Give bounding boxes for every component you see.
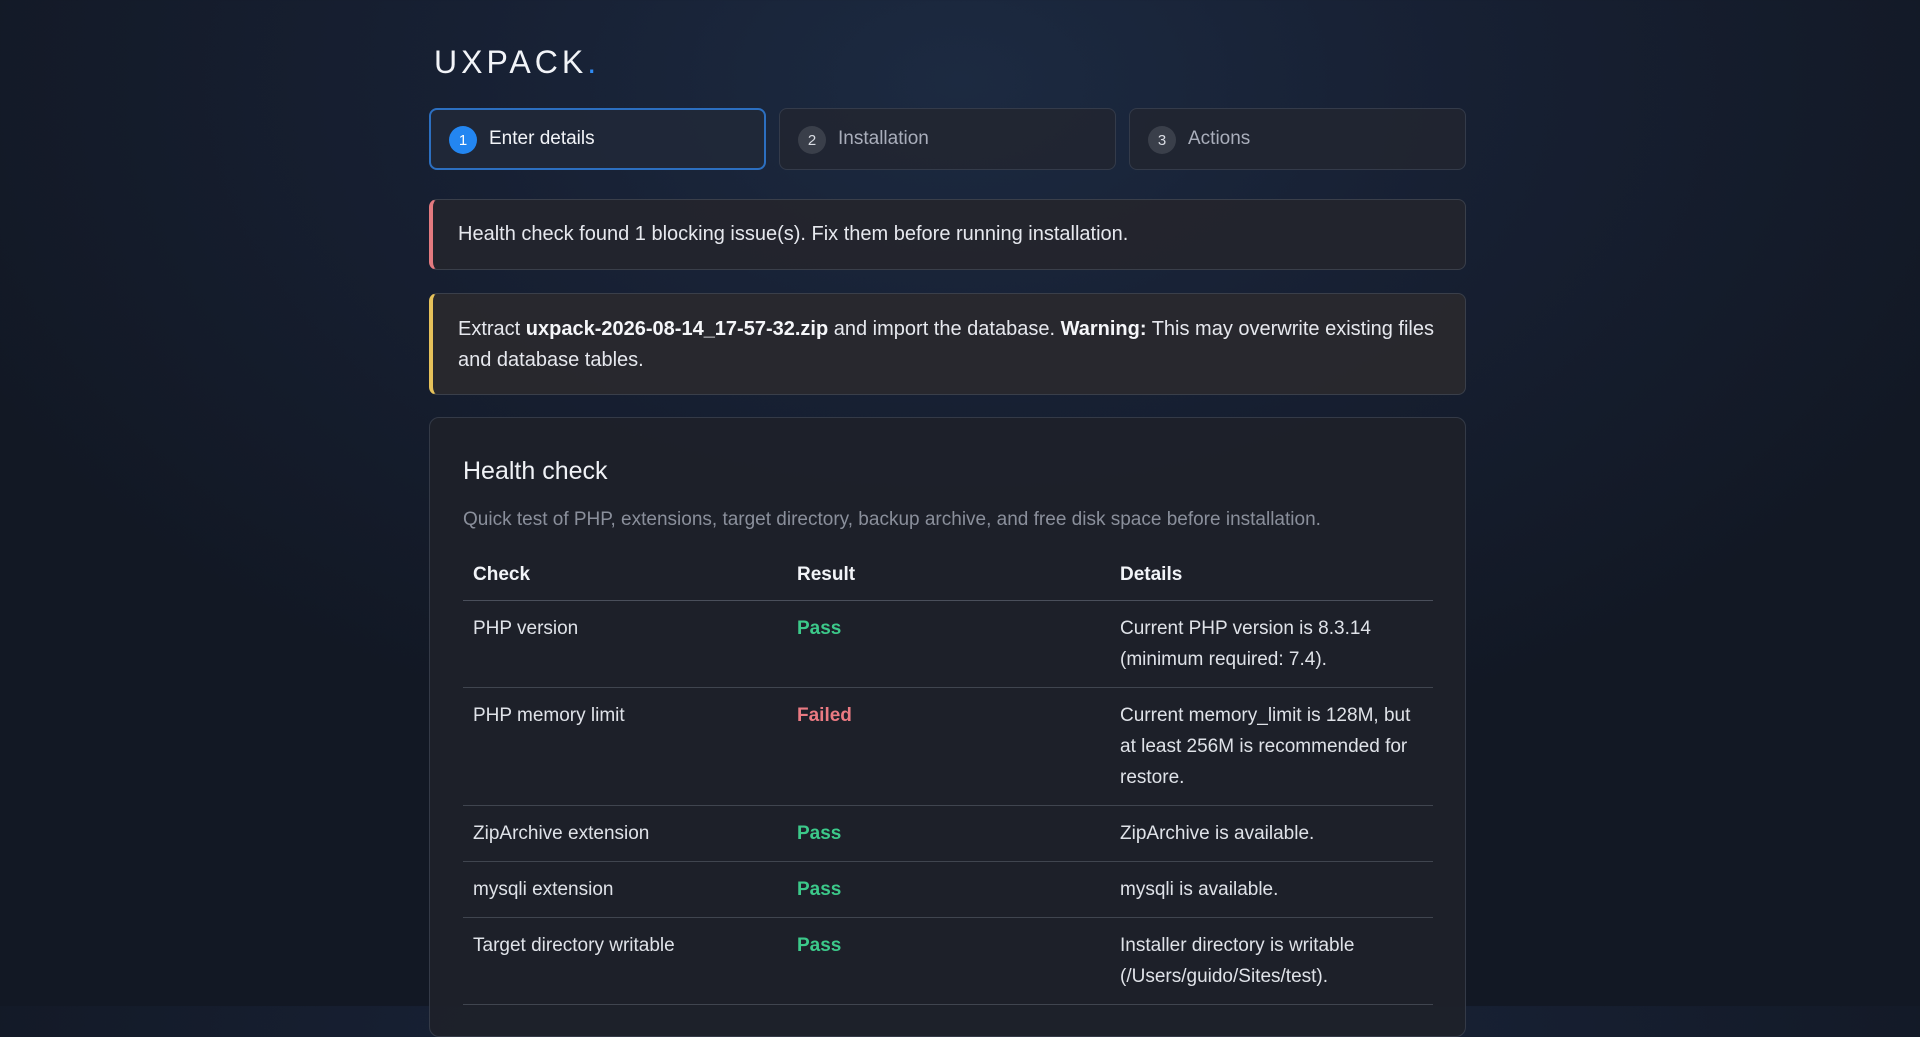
table-row: mysqli extension Pass mysqli is availabl… <box>463 861 1433 918</box>
warning-alert: Extract uxpack-2026-08-14_17-57-32.zip a… <box>429 293 1466 395</box>
brand-logo: UXPACK. <box>434 44 596 81</box>
stepper: 1 Enter details 2 Installation 3 Actions <box>429 108 1466 172</box>
check-details: mysqli is available. <box>1110 861 1433 918</box>
check-name: Target directory writable <box>463 917 787 1005</box>
card-description: Quick test of PHP, extensions, target di… <box>463 509 1321 530</box>
error-alert-text: Health check found 1 blocking issue(s). … <box>458 223 1129 245</box>
table-row: Target directory writable Pass Installer… <box>463 917 1433 1005</box>
warning-prefix: Extract <box>458 318 526 340</box>
brand-dot: . <box>587 44 597 80</box>
check-result: Pass <box>787 917 1110 1005</box>
table-header-row: Check Result Details <box>463 553 1433 601</box>
health-check-table: Check Result Details PHP version Pass Cu… <box>463 553 1433 1005</box>
step-number-badge: 1 <box>449 126 477 154</box>
check-name: mysqli extension <box>463 861 787 918</box>
warning-label: Warning: <box>1060 318 1147 340</box>
check-name: ZipArchive extension <box>463 805 787 862</box>
table-row: PHP version Pass Current PHP version is … <box>463 600 1433 688</box>
error-alert: Health check found 1 blocking issue(s). … <box>429 199 1466 270</box>
check-result: Pass <box>787 861 1110 918</box>
health-check-card: Health check Quick test of PHP, extensio… <box>429 417 1466 1037</box>
step-number-badge: 2 <box>798 126 826 154</box>
column-header-check: Check <box>463 553 787 601</box>
column-header-result: Result <box>787 553 1110 601</box>
check-result: Failed <box>787 687 1110 806</box>
check-details: Current PHP version is 8.3.14 (minimum r… <box>1110 600 1433 688</box>
check-details: Installer directory is writable (/Users/… <box>1110 917 1433 1005</box>
step-actions[interactable]: 3 Actions <box>1129 108 1466 170</box>
backup-filename: uxpack-2026-08-14_17-57-32.zip <box>525 318 829 340</box>
check-details: ZipArchive is available. <box>1110 805 1433 862</box>
step-label: Enter details <box>489 128 595 149</box>
step-installation[interactable]: 2 Installation <box>779 108 1116 170</box>
step-label: Installation <box>838 128 929 149</box>
check-result: Pass <box>787 805 1110 862</box>
check-name: PHP version <box>463 600 787 688</box>
column-header-details: Details <box>1110 553 1433 601</box>
step-enter-details[interactable]: 1 Enter details <box>429 108 766 170</box>
step-label: Actions <box>1188 128 1251 149</box>
card-title: Health check <box>463 457 608 485</box>
table-row: ZipArchive extension Pass ZipArchive is … <box>463 805 1433 862</box>
table-row: PHP memory limit Failed Current memory_l… <box>463 687 1433 806</box>
warning-middle: and import the database. <box>828 318 1061 340</box>
check-details: Current memory_limit is 128M, but at lea… <box>1110 687 1433 806</box>
check-result: Pass <box>787 600 1110 688</box>
step-number-badge: 3 <box>1148 126 1176 154</box>
check-name: PHP memory limit <box>463 687 787 806</box>
brand-name: UXPACK <box>434 44 588 80</box>
